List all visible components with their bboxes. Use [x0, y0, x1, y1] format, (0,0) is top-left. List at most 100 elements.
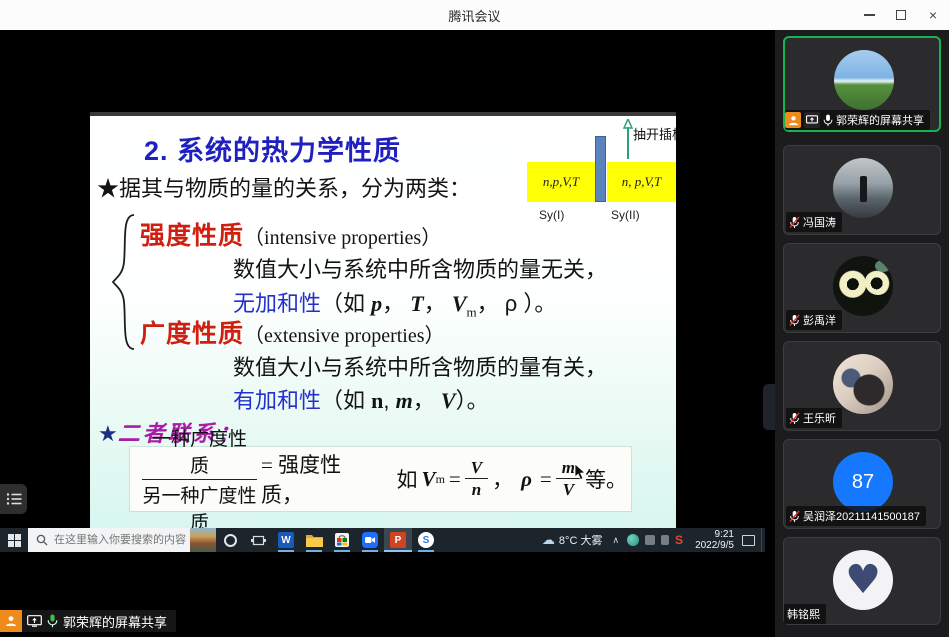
taskbar-word-button[interactable]: W [272, 528, 300, 552]
taskbar-meeting-button[interactable] [356, 528, 384, 552]
participant-name: 郭荣辉的屏幕共享 [836, 112, 924, 128]
powerpoint-icon: P [390, 532, 406, 548]
search-input[interactable] [28, 528, 216, 552]
running-indicator [362, 550, 378, 552]
meeting-tray-icon [627, 534, 639, 546]
cloud-icon: ☁ [542, 532, 555, 548]
avatar: 87 [833, 452, 893, 512]
presentation-slide: 2. 系统的热力学性质 抽开插板 n,p,V,T n, p,V,T Sy(I) … [90, 112, 676, 528]
running-indicator [334, 550, 350, 552]
vn-fraction: V n [465, 458, 488, 500]
participant-tile[interactable]: 87 吴润泽20211141500187 [783, 439, 941, 529]
screen-share-icon [804, 112, 820, 128]
cortana-button[interactable] [216, 528, 244, 552]
participant-tile[interactable]: 冯国涛 [783, 145, 941, 235]
sogou-browser-icon: S [418, 532, 434, 548]
taskbar-powerpoint-button[interactable]: P [384, 528, 412, 552]
participant-tile[interactable]: ♥ 韩铭熙 [783, 537, 941, 625]
extensive-examples: 有加和性（如 n, m， V）。 [233, 383, 489, 415]
participant-tile-sharer[interactable]: 郭荣辉的屏幕共享 [783, 36, 941, 132]
maximize-button[interactable] [885, 0, 917, 30]
word-icon: W [278, 532, 294, 548]
tencent-meeting-icon [362, 532, 378, 548]
tray-gray-icon [645, 535, 655, 545]
action-center-icon[interactable] [742, 535, 755, 546]
ratio-fraction: 一种广度性质 另一种广度性质 [142, 424, 257, 529]
active-indicator [384, 550, 412, 552]
screen-share-icon [27, 615, 42, 627]
tray-app-icon[interactable] [645, 535, 655, 545]
diagram-arrow-label: 抽开插板 [633, 124, 676, 143]
running-indicator [278, 550, 294, 552]
taskbar-clock[interactable]: 9:21 2022/9/5 [695, 529, 734, 551]
system-diagram: 抽开插板 n,p,V,T n, p,V,T Sy(I) Sy(II) [515, 116, 676, 226]
diagram-sys-left-label: Sy(I) [539, 208, 564, 222]
heart-icon: ♥ [845, 560, 881, 600]
taskbar-search-box[interactable] [28, 528, 216, 552]
tray-app-icon[interactable] [661, 535, 669, 545]
taskbar-store-button[interactable] [328, 528, 356, 552]
up-arrow-icon [623, 119, 633, 159]
taskbar-explorer-button[interactable] [300, 528, 328, 552]
task-view-button[interactable] [244, 528, 272, 552]
extensive-desc: 数值大小与系统中所含物质的量有关， [233, 350, 607, 382]
intensive-term: 强度性质（intensive properties） [140, 216, 441, 252]
share-banner-label: 郭荣辉的屏幕共享 [63, 612, 167, 631]
diagram-box-left: n,p,V,T [527, 162, 595, 202]
avatar [833, 256, 893, 316]
mic-on-icon [47, 614, 58, 628]
mic-muted-icon [789, 216, 800, 229]
windows-start-icon [8, 534, 21, 547]
close-button[interactable]: × [917, 0, 949, 30]
close-icon: × [929, 8, 937, 22]
mic-muted-icon [789, 412, 800, 425]
extensive-term: 广度性质（extensive properties） [140, 314, 445, 350]
minimize-button[interactable] [853, 0, 885, 30]
mic-muted-icon [789, 510, 800, 523]
tray-app-icon[interactable] [627, 534, 639, 546]
window-controls: × [853, 0, 949, 30]
diagram-box-right: n, p,V,T [607, 162, 676, 202]
member-badge-icon [785, 112, 801, 128]
weather-widget[interactable]: ☁ 8°C 大雾 [542, 532, 603, 548]
relation-formula: 一种广度性质 另一种广度性质 = 强度性质， 如 Vm = V n ， ρ = … [130, 447, 631, 511]
start-button[interactable] [0, 528, 28, 552]
participants-sidebar: 郭荣辉的屏幕共享 冯国涛 彭禹洋 [775, 30, 949, 637]
search-icon [36, 534, 48, 546]
diagram-sys-right-label: Sy(II) [611, 208, 640, 222]
sidebar-collapse-handle[interactable] [763, 384, 775, 430]
clock-time: 9:21 [715, 529, 734, 540]
sogou-input-tray-icon[interactable]: S [675, 533, 683, 547]
screen-share-stage: 2. 系统的热力学性质 抽开插板 n,p,V,T n, p,V,T Sy(I) … [0, 30, 775, 637]
running-indicator [418, 550, 434, 552]
avatar: ♥ [833, 550, 893, 610]
partition-bar [595, 136, 606, 202]
running-indicator [306, 550, 322, 552]
mic-on-icon [823, 114, 833, 127]
participant-tile[interactable]: 彭禹洋 [783, 243, 941, 333]
meeting-panel-toggle-button[interactable] [0, 484, 27, 514]
curly-brace [110, 212, 138, 352]
mouse-cursor-icon [574, 464, 586, 481]
participant-tile[interactable]: 王乐昕 [783, 341, 941, 431]
slide-bullet-classification: ★据其与物质的量的关系，分为两类： [97, 171, 471, 203]
participant-name: 吴润泽20211141500187 [803, 508, 920, 524]
weather-text: 8°C 大雾 [559, 532, 603, 548]
task-view-icon [251, 534, 266, 547]
taskbar-sogou-button[interactable]: S [412, 528, 440, 552]
participant-name: 王乐昕 [803, 410, 836, 426]
system-tray: ☁ 8°C 大雾 ∧ S 9:21 2022/9/5 [542, 528, 765, 552]
screen-share-banner: 郭荣辉的屏幕共享 [0, 610, 176, 632]
search-highlight-image[interactable] [190, 528, 216, 552]
cortana-icon [224, 534, 237, 547]
show-desktop-button[interactable] [761, 528, 765, 552]
avatar-number: 87 [852, 471, 874, 494]
minimize-icon [864, 14, 875, 16]
tray-expand-button[interactable]: ∧ [612, 535, 619, 546]
maximize-icon [896, 10, 906, 20]
slide-title: 2. 系统的热力学性质 [144, 129, 401, 168]
participant-name: 彭禹洋 [803, 312, 836, 328]
windows-taskbar: W P [0, 528, 765, 552]
participant-name: 冯国涛 [803, 214, 836, 230]
avatar [833, 158, 893, 218]
